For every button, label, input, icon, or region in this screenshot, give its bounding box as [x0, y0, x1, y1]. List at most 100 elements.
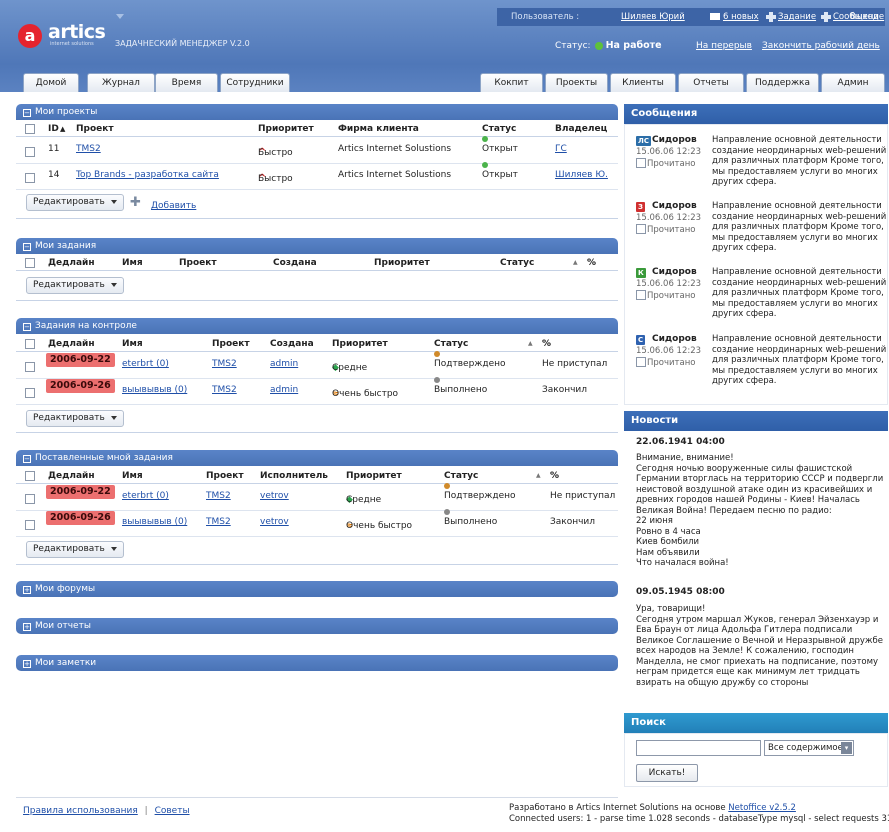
- mark-read[interactable]: Прочитано: [636, 357, 695, 368]
- rules-link[interactable]: Правила использования: [23, 806, 138, 816]
- netoffice-link[interactable]: Netoffice v2.5.2: [728, 803, 796, 813]
- col-deadline[interactable]: Дедлайн: [48, 336, 95, 352]
- controlled-edit-button[interactable]: Редактировать: [26, 410, 124, 427]
- tab-employees[interactable]: Сотрудники: [220, 73, 290, 92]
- table-row[interactable]: 2006-09-26 выывывыв (0) TMS2 admin ≈ Оче…: [16, 377, 618, 405]
- select-all-checkbox[interactable]: [25, 124, 35, 134]
- search-input[interactable]: [636, 740, 761, 756]
- sort-icon[interactable]: ▲: [536, 468, 541, 484]
- read-checkbox[interactable]: [636, 158, 646, 168]
- notes-panel-header[interactable]: + Мои заметки: [16, 655, 618, 671]
- tab-clients[interactable]: Клиенты: [610, 73, 676, 92]
- project-link[interactable]: TMS2: [212, 377, 237, 403]
- row-checkbox[interactable]: [25, 362, 35, 372]
- col-project[interactable]: Проект: [206, 468, 244, 484]
- tab-home[interactable]: Домой: [23, 73, 79, 92]
- table-row[interactable]: 14 Top Brands - разработка сайта ^ Быстро…: [16, 162, 618, 190]
- read-checkbox[interactable]: [636, 224, 646, 234]
- col-percent[interactable]: %: [550, 468, 559, 484]
- col-created[interactable]: Создана: [270, 336, 314, 352]
- col-id[interactable]: ID: [48, 121, 59, 137]
- tab-admin[interactable]: Админ: [821, 73, 885, 92]
- project-link[interactable]: TMS2: [212, 351, 237, 377]
- mark-read[interactable]: Прочитано: [636, 290, 695, 301]
- projects-edit-button[interactable]: Редактировать: [26, 194, 124, 211]
- col-percent[interactable]: %: [587, 255, 596, 271]
- tips-link[interactable]: Советы: [155, 806, 190, 816]
- col-priority[interactable]: Приоритет: [258, 121, 314, 137]
- owner-link[interactable]: ГС: [555, 136, 567, 162]
- end-day-link[interactable]: Закончить рабочий день: [762, 41, 880, 51]
- col-status[interactable]: Статус: [482, 121, 516, 137]
- sort-icon[interactable]: ▲: [573, 255, 578, 271]
- search-scope-select[interactable]: Все содержимое ▾: [764, 740, 854, 756]
- mark-read[interactable]: Прочитано: [636, 158, 695, 169]
- assigned-edit-button[interactable]: Редактировать: [26, 541, 124, 558]
- tasks-panel-header[interactable]: − Мои задания: [16, 238, 618, 254]
- projects-panel-header[interactable]: − Мои проекты: [16, 104, 618, 120]
- assigned-panel-header[interactable]: − Поставленные мной задания: [16, 450, 618, 466]
- col-name[interactable]: Имя: [122, 336, 143, 352]
- creator-link[interactable]: admin: [270, 377, 298, 403]
- sort-icon[interactable]: ▲: [528, 336, 533, 352]
- select-all-checkbox[interactable]: [25, 339, 35, 349]
- tab-support[interactable]: Поддержка: [746, 73, 819, 92]
- mark-read[interactable]: Прочитано: [636, 224, 695, 235]
- col-status[interactable]: Статус: [434, 336, 468, 352]
- row-checkbox[interactable]: [25, 173, 35, 183]
- reports-panel-header[interactable]: + Мои отчеты: [16, 618, 618, 634]
- table-row[interactable]: 2006-09-26 выывывыв (0) TMS2 vetrov ≈ Оч…: [16, 509, 618, 537]
- sort-asc-icon[interactable]: ▲: [60, 121, 65, 137]
- col-status[interactable]: Статус: [444, 468, 478, 484]
- break-link[interactable]: На перерыв: [696, 41, 752, 51]
- table-row[interactable]: 2006-09-22 eterbrt (0) TMS2 vetrov ◆ Сре…: [16, 483, 618, 511]
- new-messages-link[interactable]: 6 новых: [723, 12, 759, 22]
- col-name[interactable]: Имя: [122, 255, 143, 271]
- task-link[interactable]: выывывыв (0): [122, 509, 187, 535]
- read-checkbox[interactable]: [636, 357, 646, 367]
- forums-panel-header[interactable]: + Мои форумы: [16, 581, 618, 597]
- message-item[interactable]: С Сидоров 15.06.06 12:23 Прочитано Напра…: [636, 334, 886, 399]
- read-checkbox[interactable]: [636, 290, 646, 300]
- assignee-link[interactable]: vetrov: [260, 509, 289, 535]
- add-project-link[interactable]: Добавить: [151, 201, 196, 211]
- row-checkbox[interactable]: [25, 520, 35, 530]
- select-all-checkbox[interactable]: [25, 258, 35, 268]
- table-row[interactable]: 11 TMS2 ^ Быстро Artics Internet Solustio…: [16, 136, 618, 164]
- col-priority[interactable]: Приоритет: [332, 336, 388, 352]
- message-item[interactable]: З Сидоров 15.06.06 12:23 Прочитано Напра…: [636, 201, 886, 266]
- col-owner[interactable]: Владелец: [555, 121, 607, 137]
- col-priority[interactable]: Приоритет: [346, 468, 402, 484]
- task-link[interactable]: выывывыв (0): [122, 377, 187, 403]
- project-link[interactable]: TMS2: [206, 509, 231, 535]
- col-created[interactable]: Создана: [273, 255, 317, 271]
- user-name-link[interactable]: Шиляев Юрий: [621, 8, 685, 26]
- select-all-checkbox[interactable]: [25, 471, 35, 481]
- add-icon[interactable]: ✚: [130, 195, 141, 210]
- task-link[interactable]: eterbrt (0): [122, 351, 169, 377]
- task-link[interactable]: eterbrt (0): [122, 483, 169, 509]
- assignee-link[interactable]: vetrov: [260, 483, 289, 509]
- message-item[interactable]: К Сидоров 15.06.06 12:23 Прочитано Напра…: [636, 267, 886, 332]
- col-client[interactable]: Фирма клиента: [338, 121, 419, 137]
- tab-cockpit[interactable]: Кокпит: [480, 73, 543, 92]
- tab-time[interactable]: Время: [155, 73, 218, 92]
- controlled-panel-header[interactable]: − Задания на контроле: [16, 318, 618, 334]
- row-checkbox[interactable]: [25, 494, 35, 504]
- search-button[interactable]: Искать!: [636, 764, 698, 782]
- tab-reports[interactable]: Отчеты: [678, 73, 744, 92]
- message-item[interactable]: ЛС Сидоров 15.06.06 12:23 Прочитано Напр…: [636, 135, 886, 200]
- col-project[interactable]: Проект: [212, 336, 250, 352]
- creator-link[interactable]: admin: [270, 351, 298, 377]
- col-project[interactable]: Проект: [179, 255, 217, 271]
- tasks-edit-button[interactable]: Редактировать: [26, 277, 124, 294]
- col-deadline[interactable]: Дедлайн: [48, 468, 95, 484]
- col-project[interactable]: Проект: [76, 121, 114, 137]
- row-checkbox[interactable]: [25, 388, 35, 398]
- col-deadline[interactable]: Дедлайн: [48, 255, 95, 271]
- col-priority[interactable]: Приоритет: [374, 255, 430, 271]
- row-checkbox[interactable]: [25, 147, 35, 157]
- project-link[interactable]: TMS2: [206, 483, 231, 509]
- col-percent[interactable]: %: [542, 336, 551, 352]
- project-link[interactable]: TMS2: [76, 136, 101, 162]
